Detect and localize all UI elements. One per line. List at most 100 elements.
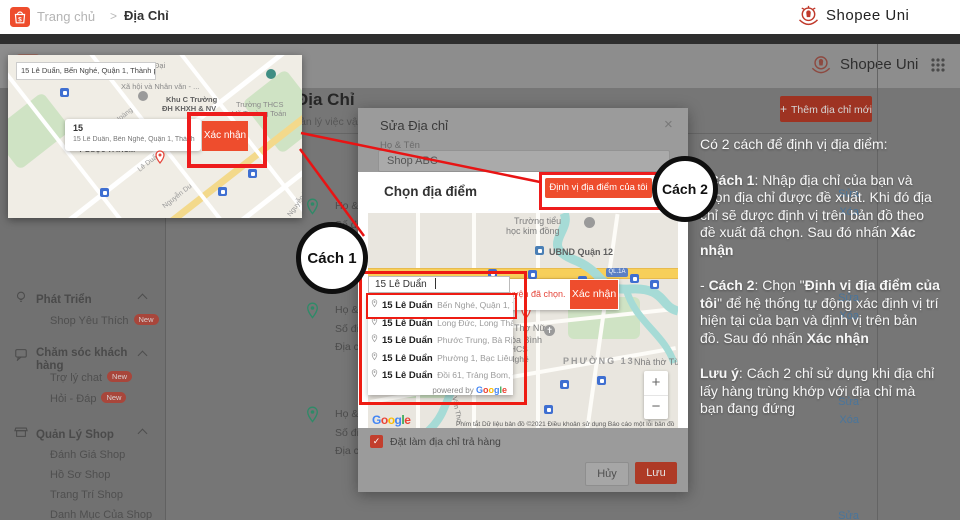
map-label: UBND Quận 12 [549, 247, 613, 257]
transit-icon [544, 405, 553, 414]
zoom-out-button[interactable]: − [644, 395, 668, 419]
map-label: Khu C Trường [166, 95, 217, 104]
confirm-button[interactable]: Xác nhận [570, 280, 618, 309]
selected-location-pin-icon [154, 150, 166, 165]
modal-header: Sửa Địa chỉ × Họ & Tên Shop ABC [358, 108, 688, 172]
school-marker-icon [584, 217, 595, 228]
chevron-up-icon [138, 351, 148, 361]
suggestion-item[interactable]: 15 Lê Duẩn Phước Trung, Bà Rịa, Bà R... [368, 330, 513, 348]
transit-icon [597, 376, 606, 385]
address-row: Họ & Tên Số điện thoại Địa chỉ 843381096… [300, 506, 877, 520]
divider [0, 34, 960, 44]
suggestion-item[interactable]: 15 Lê Duẩn Đồi 61, Trảng Bom, Đồng Nai [368, 365, 513, 383]
apps-grid-icon[interactable] [930, 57, 946, 73]
breadcrumb-current: Địa Chỉ [124, 8, 169, 23]
google-logo: Google [372, 413, 410, 427]
location-picker-panel: Chọn địa điểm Định vị địa điểm của tôi [358, 172, 688, 428]
inset-map-screenshot: 15 Lê Duẩn, Bến Nghé, Quận 1, Thành p Đạ… [8, 55, 302, 218]
modal-title: Sửa Địa chỉ [380, 118, 448, 133]
transit-icon [528, 270, 537, 279]
annotation-text: Có 2 cách để định vị địa điểm:- Cách 1: … [700, 136, 940, 436]
transit-icon [100, 188, 109, 197]
card-title: 15 [73, 123, 83, 133]
church-marker-icon: ✝ [544, 325, 555, 336]
locate-me-button[interactable]: Định vị địa điểm của tôi [545, 178, 652, 198]
pin-icon [371, 352, 378, 361]
sidebar-item[interactable]: Hỏi - ĐápNew [14, 388, 164, 409]
pin-icon [371, 369, 378, 378]
inset-search-input[interactable]: 15 Lê Duẩn, Bến Nghé, Quận 1, Thành p [16, 62, 156, 80]
card-address: 15 Lê Duẩn, Bến Nghé, Quận 1, Thành phố … [73, 136, 195, 143]
shopee-uni-crest-icon [808, 52, 834, 78]
map-label: PHƯỜNG 13 [563, 356, 635, 366]
page-title: Địa Chỉ [296, 90, 355, 110]
shopee-logo-icon[interactable] [10, 7, 30, 27]
sidebar-section-header[interactable]: Chăm sóc khách hàng [14, 345, 164, 367]
plus-icon: + [780, 102, 787, 116]
sidebar-item[interactable]: Đánh Giá Shop [14, 445, 164, 465]
edit-link[interactable]: Sửa [838, 510, 859, 520]
powered-by-google: powered by Google [368, 383, 513, 395]
address-search-input[interactable]: 15 Lê Duẩn [368, 276, 510, 293]
sidebar-item[interactable]: Hồ Sơ Shop [14, 465, 164, 485]
text-caret [435, 278, 436, 289]
map-label: Xã hội và Nhân văn - ... [121, 82, 199, 91]
callout-cach-2: Cách 2 [652, 156, 718, 222]
map-label: học kim đồng [506, 226, 560, 236]
breadcrumb-home[interactable]: Trang chủ [37, 9, 95, 24]
sidebar-section: Phát Triển Shop Yêu ThíchNew [14, 288, 164, 331]
transit-icon [60, 88, 69, 97]
ubnd-marker-icon [535, 246, 544, 255]
route-badge: QL.1A [606, 268, 628, 277]
transit-icon [248, 169, 257, 178]
brand-title: Shopee Uni [826, 7, 909, 24]
sidebar-item[interactable]: Trang Trí Shop [14, 485, 164, 505]
checkbox-label: Đặt làm địa chỉ trả hàng [390, 436, 501, 448]
edit-address-modal: Sửa Địa chỉ × Họ & Tên Shop ABC Chọn địa… [358, 108, 688, 492]
transit-icon [630, 274, 639, 283]
university-marker-icon [138, 91, 148, 101]
chevron-up-icon [138, 429, 148, 439]
location-pin-icon [305, 198, 320, 216]
suggestion-item[interactable]: 15 Lê Duẩn Phường 1, Bạc Liêu [368, 348, 513, 366]
chevron-up-icon [138, 294, 148, 304]
return-address-checkbox[interactable]: ✓ [370, 435, 383, 448]
new-badge: New [134, 314, 159, 325]
sidebar-section-header[interactable]: Phát Triển [14, 288, 164, 310]
shopee-uni-crest-icon [795, 3, 822, 30]
map-park [8, 92, 72, 170]
school-marker-icon [266, 69, 276, 79]
zoom-control: + − [644, 371, 668, 419]
cancel-button[interactable]: Hủy [585, 462, 629, 486]
map-label: Trường tiểu [514, 216, 561, 226]
sidebar-section: Chăm sóc khách hàng Trợ lý chatNew Hỏi -… [14, 345, 164, 409]
highlight-box [187, 112, 267, 168]
zoom-in-button[interactable]: + [644, 371, 668, 396]
modal-footer: ✓ Đặt làm địa chỉ trả hàng Hủy Lưu [358, 428, 688, 492]
pin-icon [371, 334, 378, 343]
save-button[interactable]: Lưu [635, 462, 677, 484]
name-input[interactable]: Shop ABC [378, 150, 670, 172]
chat-icon [14, 347, 28, 361]
new-badge: New [107, 371, 132, 382]
sidebar-section-header[interactable]: Quản Lý Shop [14, 423, 164, 445]
close-icon[interactable]: × [664, 116, 673, 133]
picker-title: Chọn địa điểm [384, 184, 477, 199]
location-info-card: 15 15 Lê Duẩn, Bến Nghé, Quận 1, Thành p… [65, 119, 201, 151]
transit-icon [650, 280, 659, 289]
brand-title: Shopee Uni [840, 56, 918, 73]
map-attribution: Phím tắt Dữ liệu bản đồ ©2021 Điều khoản… [456, 421, 674, 428]
transit-icon [218, 187, 227, 196]
add-address-button[interactable]: +Thêm địa chỉ mới [780, 96, 872, 122]
bulb-icon [14, 290, 28, 304]
sidebar-section: Quản Lý Shop Đánh Giá Shop Hồ Sơ Shop Tr… [14, 423, 164, 520]
sidebar-item[interactable]: Danh Mục Của Shop [14, 505, 164, 520]
sidebar-item[interactable]: Shop Yêu ThíchNew [14, 310, 164, 331]
shop-icon [14, 425, 28, 439]
map-label: Nhà thờ Từ Đ [634, 357, 678, 367]
breadcrumb-separator: > [110, 9, 117, 23]
location-pin-icon [305, 302, 320, 320]
new-badge: New [101, 392, 126, 403]
sidebar-item[interactable]: Trợ lý chatNew [14, 367, 164, 388]
location-pin-icon [305, 406, 320, 424]
